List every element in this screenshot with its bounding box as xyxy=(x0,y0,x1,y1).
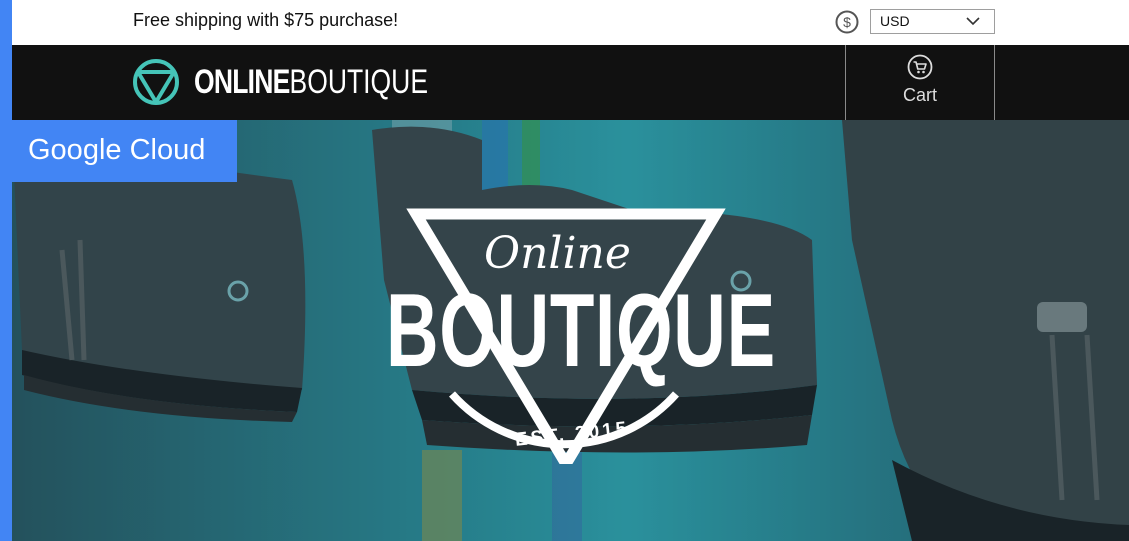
logo-text-bold: ONLINE xyxy=(194,63,290,101)
logo-text-light: BOUTIQUE xyxy=(289,63,429,101)
dollar-circle-icon: $ xyxy=(835,10,859,34)
google-cloud-label: Google Cloud xyxy=(28,134,206,166)
free-shipping-message: Free shipping with $75 purchase! xyxy=(133,10,399,30)
chevron-down-icon xyxy=(966,17,980,26)
cart-label: Cart xyxy=(902,85,937,105)
cart-button[interactable]: Cart xyxy=(845,45,995,120)
site-header: ONLINEBOUTIQUE Cart xyxy=(12,45,1129,120)
svg-text:$: $ xyxy=(843,14,851,30)
google-cloud-badge[interactable]: Google Cloud xyxy=(0,120,237,182)
currency-value: USD xyxy=(880,13,910,29)
left-accent-stripe xyxy=(0,0,12,541)
currency-select[interactable]: USD xyxy=(870,9,995,34)
site-logo-text[interactable]: ONLINEBOUTIQUE xyxy=(194,63,428,102)
shopping-cart-icon xyxy=(907,54,933,80)
triangle-circle-logo-icon[interactable] xyxy=(132,58,180,106)
top-bar: Free shipping with $75 purchase! $ USD xyxy=(12,0,1129,45)
hero-title: BOUTIQUE xyxy=(386,273,776,389)
